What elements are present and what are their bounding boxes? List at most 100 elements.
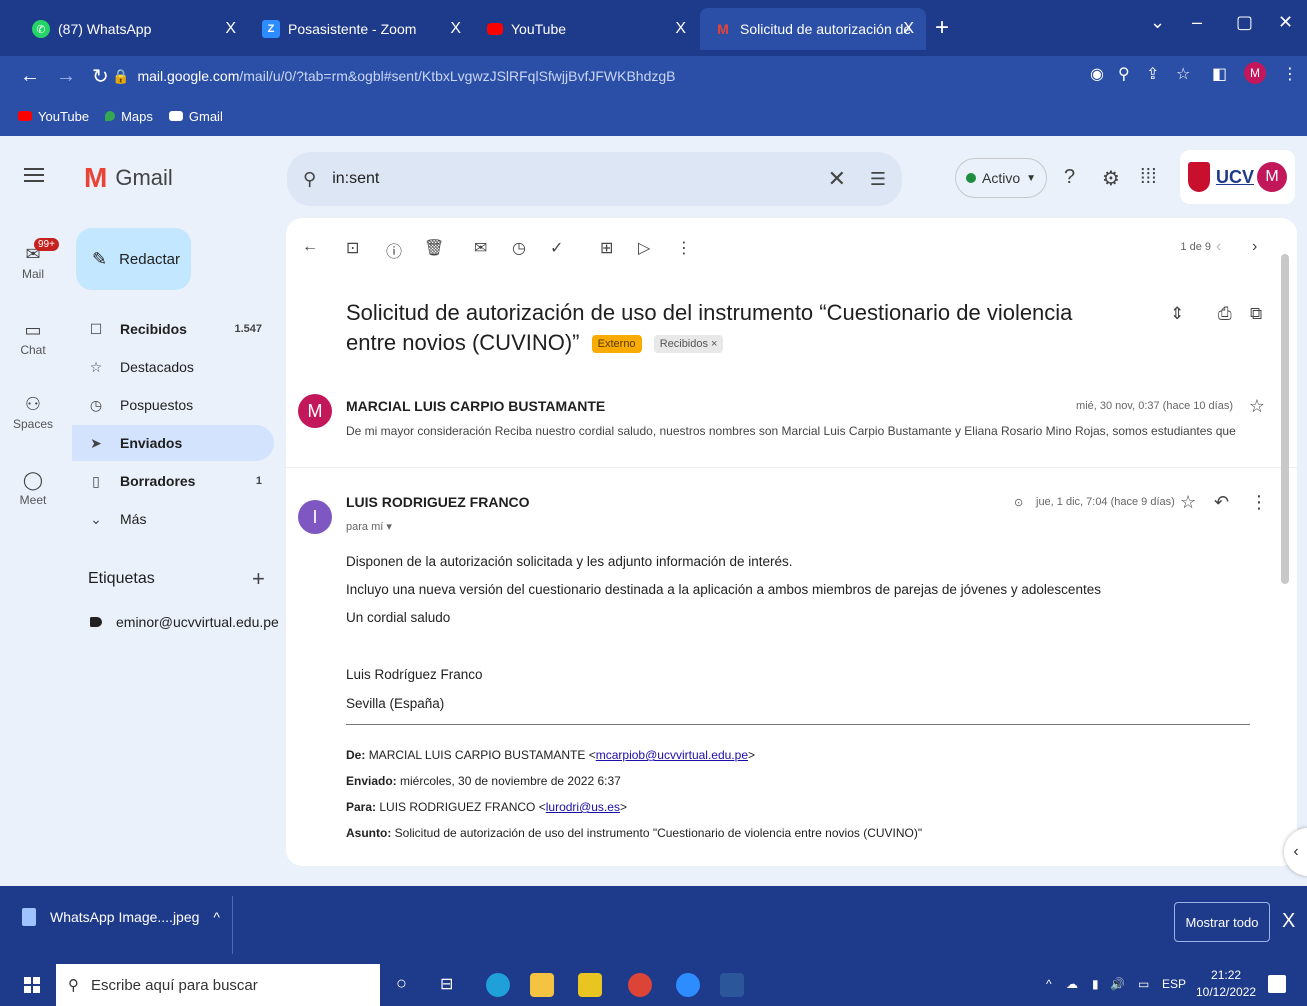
label-item[interactable]: eminor@ucvvirtual.edu.pe: [90, 614, 279, 630]
cortana-icon[interactable]: ○: [396, 973, 407, 994]
edge-icon[interactable]: [486, 973, 510, 997]
star-icon[interactable]: ☆: [1249, 396, 1265, 417]
tray-chevron-icon[interactable]: ^: [1046, 977, 1052, 991]
bookmark-gmail[interactable]: Gmail: [168, 109, 223, 124]
gear-icon[interactable]: ⚙: [1102, 166, 1120, 191]
apps-grid-icon[interactable]: ⁞⁞⁞: [1140, 166, 1157, 189]
tab-close-button[interactable]: X: [903, 20, 914, 38]
more-options-icon[interactable]: ⋮: [676, 238, 692, 258]
report-spam-icon[interactable]: ⓘ: [386, 238, 402, 262]
sticky-notes-icon[interactable]: [578, 973, 602, 997]
search-options-icon[interactable]: ☰: [870, 169, 886, 190]
tab-gmail-active[interactable]: M Solicitud de autorización de uso X: [700, 8, 926, 50]
zoom-app-icon[interactable]: [676, 973, 700, 997]
tab-close-button[interactable]: X: [675, 20, 686, 38]
status-dropdown[interactable]: Activo ▼: [955, 158, 1047, 198]
compose-button[interactable]: ✎ Redactar: [76, 228, 191, 290]
profile-avatar[interactable]: M: [1244, 62, 1266, 84]
eye-icon[interactable]: ◉: [1090, 64, 1104, 84]
message-collapsed[interactable]: M MARCIAL LUIS CARPIO BUSTAMANTE mié, 30…: [286, 378, 1297, 468]
tab-close-button[interactable]: X: [450, 20, 461, 38]
search-icon[interactable]: ⚲: [303, 169, 316, 190]
new-tab-button[interactable]: +: [935, 14, 949, 42]
mic-icon[interactable]: ▮: [1092, 977, 1099, 991]
notification-icon[interactable]: [1268, 975, 1286, 993]
back-icon[interactable]: ←: [20, 65, 40, 88]
file-explorer-icon[interactable]: [530, 973, 554, 997]
reload-icon[interactable]: ↻: [92, 64, 109, 89]
sidepanel-icon[interactable]: ◧: [1212, 64, 1227, 84]
add-task-icon[interactable]: ✓: [550, 238, 563, 258]
word-icon[interactable]: [720, 973, 744, 997]
scrollbar[interactable]: [1281, 254, 1289, 584]
star-icon[interactable]: ☆: [1180, 492, 1196, 513]
nav-item-inbox[interactable]: ☐ Recibidos 1.547: [72, 311, 274, 347]
bookmark-star-icon[interactable]: ☆: [1176, 64, 1190, 84]
nav-item-more[interactable]: ⌄ Más: [72, 501, 274, 537]
label-icon[interactable]: ▷: [638, 238, 650, 258]
email-link[interactable]: mcarpiob@ucvvirtual.edu.pe: [596, 748, 748, 762]
rail-chat[interactable]: ▭ Chat: [0, 320, 66, 357]
language-indicator[interactable]: ESP: [1162, 977, 1186, 991]
message-more-icon[interactable]: ⋮: [1250, 492, 1268, 513]
volume-icon[interactable]: 🔊: [1110, 977, 1125, 991]
snooze-icon[interactable]: ◷: [512, 238, 526, 258]
open-new-window-icon[interactable]: ⧉: [1250, 304, 1262, 324]
download-menu-caret[interactable]: ^: [213, 909, 220, 925]
forward-icon[interactable]: →: [56, 65, 76, 88]
nav-item-sent[interactable]: ➤ Enviados: [72, 425, 274, 461]
share-icon[interactable]: ⇪: [1146, 64, 1159, 84]
next-icon[interactable]: ›: [1252, 238, 1257, 256]
download-item[interactable]: WhatsApp Image....jpeg ^: [22, 908, 220, 926]
search-input[interactable]: [332, 170, 793, 188]
external-chip: Externo: [591, 335, 642, 354]
clear-search-icon[interactable]: ✕: [828, 166, 846, 192]
email-link[interactable]: lurodri@us.es: [546, 800, 620, 814]
tab-whatsapp[interactable]: ✆ (87) WhatsApp X: [18, 8, 248, 50]
reply-icon[interactable]: ↶: [1214, 492, 1229, 513]
rail-spaces[interactable]: ⚇ Spaces: [0, 394, 66, 431]
archive-icon[interactable]: ⊡: [346, 238, 359, 258]
window-close-icon[interactable]: ✕: [1278, 12, 1293, 33]
back-to-list-icon[interactable]: ←: [302, 238, 318, 256]
chrome-icon[interactable]: [628, 973, 652, 997]
url-field[interactable]: 🔒 mail.google.com /mail/u/0/?tab=rm&ogbl…: [112, 60, 1282, 92]
prev-icon[interactable]: ‹: [1216, 238, 1221, 256]
tab-close-button[interactable]: X: [225, 20, 236, 38]
print-icon[interactable]: ⎙: [1218, 304, 1232, 324]
help-icon[interactable]: ?: [1064, 166, 1075, 189]
mark-unread-icon[interactable]: ✉: [474, 238, 487, 258]
nav-item-snoozed[interactable]: ◷ Pospuestos: [72, 387, 274, 423]
zoom-search-icon[interactable]: ⚲: [1118, 64, 1130, 84]
delete-icon[interactable]: 🗑: [424, 238, 444, 258]
taskbar-search[interactable]: ⚲ Escribe aquí para buscar: [56, 964, 380, 1006]
windows-start-icon[interactable]: [24, 977, 40, 993]
tab-zoom[interactable]: Z Posasistente - Zoom X: [248, 8, 473, 50]
rail-meet[interactable]: ◯ Meet: [0, 470, 66, 507]
cloud-icon[interactable]: ☁: [1066, 977, 1078, 991]
maximize-icon[interactable]: ▢: [1236, 12, 1253, 33]
battery-icon[interactable]: ▭: [1138, 977, 1149, 991]
recipient-toggle[interactable]: para mí ▾: [346, 520, 392, 533]
show-all-button[interactable]: Mostrar todo: [1174, 902, 1270, 942]
rail-mail[interactable]: ✉ 99+ Mail: [0, 238, 66, 281]
nav-item-starred[interactable]: ☆ Destacados: [72, 349, 274, 385]
browser-menu-icon[interactable]: ⋮: [1282, 64, 1298, 84]
minimize-icon[interactable]: –: [1192, 12, 1202, 33]
taskbar-clock[interactable]: 21:22 10/12/2022: [1196, 967, 1256, 1001]
task-view-icon[interactable]: ⊟: [440, 974, 453, 994]
bookmark-youtube[interactable]: YouTube: [18, 109, 89, 124]
gmail-logo[interactable]: M Gmail: [84, 162, 173, 194]
move-to-icon[interactable]: ⊞: [600, 238, 613, 258]
ucv-logo[interactable]: UCV M: [1180, 150, 1295, 204]
tab-search-icon[interactable]: ⌄: [1150, 12, 1165, 33]
tab-youtube[interactable]: YouTube X: [473, 8, 698, 50]
close-download-bar-button[interactable]: X: [1282, 910, 1295, 933]
expand-all-icon[interactable]: ⇕: [1170, 304, 1184, 324]
nav-item-drafts[interactable]: ▯ Borradores 1: [72, 463, 274, 499]
hamburger-menu-icon[interactable]: [24, 168, 44, 182]
account-avatar[interactable]: M: [1257, 162, 1287, 192]
inbox-label-chip[interactable]: Recibidos ×: [653, 335, 724, 354]
add-label-button[interactable]: +: [252, 566, 265, 592]
bookmark-maps[interactable]: Maps: [105, 109, 153, 124]
